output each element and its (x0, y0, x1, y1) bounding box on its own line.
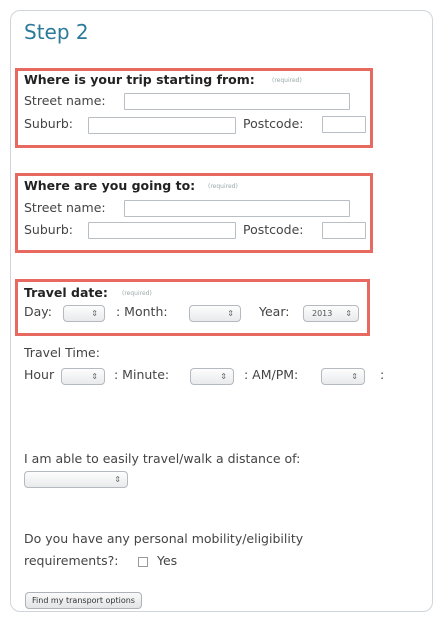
hour-select[interactable]: ⇕ (61, 368, 105, 385)
start-postcode-label: Postcode: (243, 116, 304, 131)
minute-label: : Minute: (114, 367, 170, 382)
mobility-label-line2: requirements?: (24, 553, 119, 568)
travel-date-heading: Travel date: (24, 285, 108, 300)
distance-select[interactable]: ⇕ (24, 471, 128, 488)
year-select-value: 2013 (312, 309, 333, 318)
month-label: : Month: (116, 304, 168, 319)
destination-heading: Where are you going to: (24, 178, 196, 193)
start-suburb-input[interactable] (88, 117, 236, 134)
up-down-arrows-icon: ⇕ (91, 309, 98, 318)
up-down-arrows-icon: ⇕ (114, 475, 121, 484)
mobility-yes-checkbox[interactable] (138, 557, 148, 567)
up-down-arrows-icon: ⇕ (351, 372, 358, 381)
start-street-label: Street name: (24, 93, 106, 108)
destination-postcode-label: Postcode: (243, 222, 304, 237)
destination-postcode-input[interactable] (322, 222, 366, 239)
mobility-label-line1: Do you have any personal mobility/eligib… (24, 531, 304, 546)
year-select[interactable]: 2013 ⇕ (303, 305, 359, 322)
hour-label: Hour (24, 367, 55, 382)
destination-suburb-input[interactable] (88, 222, 236, 239)
up-down-arrows-icon: ⇕ (220, 372, 227, 381)
day-label: Day: (24, 304, 52, 319)
month-select[interactable]: ⇕ (189, 305, 241, 322)
destination-street-label: Street name: (24, 200, 106, 215)
ampm-select[interactable]: ⇕ (321, 368, 365, 385)
up-down-arrows-icon: ⇕ (345, 309, 352, 318)
start-heading: Where is your trip starting from: (24, 72, 255, 87)
travel-time-heading: Travel Time: (24, 345, 100, 360)
start-required-note: (required) (272, 77, 302, 84)
start-postcode-input[interactable] (322, 116, 366, 133)
find-transport-options-button[interactable]: Find my transport options (25, 592, 142, 609)
travel-date-required-note: (required) (122, 290, 152, 297)
destination-street-input[interactable] (124, 200, 350, 217)
step-title: Step 2 (24, 20, 89, 44)
destination-required-note: (required) (208, 183, 238, 190)
mobility-yes-label: Yes (157, 553, 178, 568)
trailing-colon: : (380, 367, 385, 382)
start-suburb-label: Suburb: (24, 116, 73, 131)
year-label: Year: (259, 304, 290, 319)
start-street-input[interactable] (124, 93, 350, 110)
up-down-arrows-icon: ⇕ (91, 372, 98, 381)
up-down-arrows-icon: ⇕ (227, 309, 234, 318)
minute-select[interactable]: ⇕ (190, 368, 234, 385)
ampm-label: : AM/PM: (244, 367, 299, 382)
destination-suburb-label: Suburb: (24, 222, 73, 237)
day-select[interactable]: ⇕ (63, 305, 105, 322)
distance-label: I am able to easily travel/walk a distan… (24, 451, 301, 466)
